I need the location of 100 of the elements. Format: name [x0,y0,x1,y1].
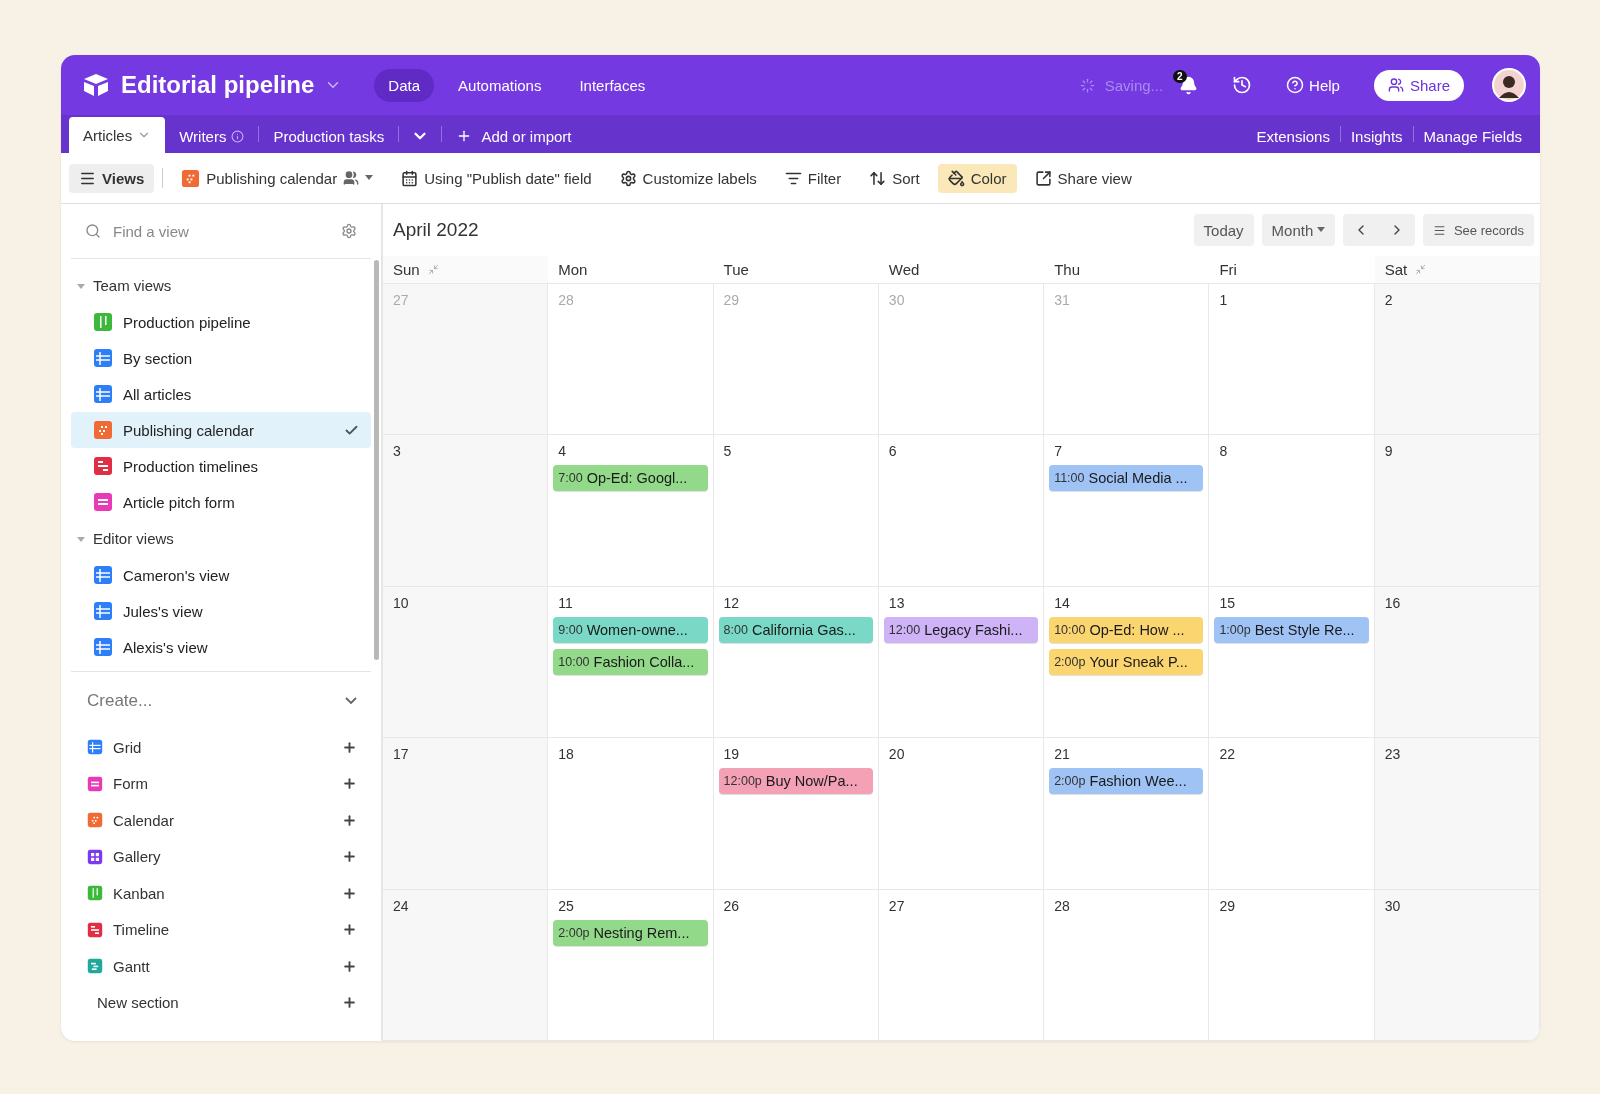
day-number: 20 [887,746,906,763]
toolbar-button[interactable]: Sort [859,163,930,193]
help-icon [1286,76,1305,94]
view-item[interactable]: All articles [71,376,371,412]
grid-view-icon [87,739,103,756]
create-item[interactable]: Timeline [71,911,371,948]
day-number: 22 [1218,746,1236,763]
view-item[interactable]: Alexis's view [71,629,371,665]
day-number: 30 [1383,897,1402,914]
toolbar-button[interactable]: Using "Publish date" field [391,163,602,193]
form-view-icon [87,775,103,792]
create-item[interactable]: Grid [71,729,371,766]
view-item[interactable]: Publishing calendar [71,412,371,448]
day-number: 13 [887,594,906,611]
base-title: Editorial pipeline [121,71,315,99]
caret-icon [1317,227,1326,233]
weekday-label: Wed [888,261,920,278]
kanban-view-icon [87,885,103,902]
view-item[interactable]: Production pipeline [71,304,371,340]
create-item[interactable]: New section [71,984,371,1021]
month-dropdown[interactable]: Month [1261,214,1336,246]
view-item[interactable]: Cameron's view [71,557,371,593]
create-item[interactable]: Form [71,765,371,802]
day-number: 8 [1218,443,1229,460]
gantt-view-icon [87,958,103,975]
day-number: 15 [1218,594,1236,611]
weekday-label: Tue [723,261,749,278]
caret-icon [365,175,374,181]
nav-tab[interactable]: Data [374,68,435,102]
calendar-event[interactable]: 12:00p Buy Now/Pa... [718,768,873,795]
create-item[interactable]: Gallery [71,838,371,875]
create-item[interactable]: Calendar [71,802,371,839]
view-item[interactable]: Production timelines [71,448,371,484]
section-header[interactable]: Editor views [71,520,371,557]
scrollbar[interactable] [374,260,379,660]
table-tab[interactable]: Writers [165,119,259,153]
grid-view-icon [93,384,113,404]
today-button[interactable]: Today [1193,214,1254,246]
nav-tab[interactable]: Automations [444,68,556,102]
toolbar-link[interactable]: Extensions [1246,119,1340,153]
timeline-view-icon [93,456,113,476]
collapse-icon[interactable] [427,264,439,275]
calendar-event[interactable]: 2:00p Your Sneak P... [1049,648,1204,675]
calendar-event[interactable]: 1:00p Best Style Re... [1214,616,1369,643]
calendar-event[interactable]: 2:00p Fashion Wee... [1049,768,1204,795]
table-tab[interactable]: Production tasks [259,119,399,153]
day-number: 4 [557,443,568,460]
share-button[interactable]: Share [1373,69,1464,101]
section-header[interactable]: Team views [71,267,371,304]
plus-icon [342,958,357,974]
day-number: 21 [1053,746,1071,763]
help-button[interactable]: Help [1280,75,1346,95]
calendar-event[interactable]: 2:00p Nesting Rem... [553,919,708,946]
add-or-import-button[interactable]: Add or import [442,119,586,153]
settings-icon[interactable] [341,223,357,239]
plus-icon [342,812,357,828]
nav-tab[interactable]: Interfaces [565,68,660,102]
plus-icon [342,885,357,901]
toolbar-button[interactable]: Views [69,163,155,193]
toolbar-button[interactable]: Share view [1024,163,1142,193]
calendar-event[interactable]: 10:00 Fashion Colla... [553,648,708,675]
info-icon [231,129,245,143]
calendar-event[interactable]: 12:00 Legacy Fashi... [883,616,1039,643]
day-number: 11 [557,594,574,611]
toolbar-button[interactable]: Customize labels [609,163,767,193]
day-number: 30 [887,292,906,308]
toolbar-button[interactable]: Color [937,163,1017,193]
toolbar-link[interactable]: Insights [1340,119,1413,153]
sort-icon [869,169,887,187]
paint-bucket-icon [947,169,965,187]
weekday-label: Mon [558,261,588,278]
view-item[interactable]: By section [71,340,371,376]
calendar-event[interactable]: 7:00 Op-Ed: Googl... [553,465,708,492]
create-item[interactable]: Gantt [71,948,371,985]
day-number: 28 [1053,897,1071,914]
calendar-event[interactable]: 9:00 Women-owne... [553,616,708,643]
toolbar-button[interactable]: Filter [774,163,852,193]
calendar-view-icon [87,812,103,829]
weekday-label: Sat [1384,261,1408,278]
collapse-icon[interactable] [1415,264,1427,275]
form-view-icon [93,492,113,512]
day-number: 17 [392,746,410,763]
notification-count: 2 [1173,69,1187,83]
plus-icon [342,849,357,865]
user-avatar[interactable] [1492,68,1526,102]
view-switcher[interactable]: Publishing calendar [171,162,384,194]
calendar-event[interactable]: 8:00 California Gas... [718,616,873,643]
day-number: 12 [722,594,741,611]
toolbar-link[interactable]: Manage Fields [1413,119,1532,153]
calendar-event[interactable]: 11:00 Social Media ... [1049,465,1204,492]
see-records-button[interactable]: See records [1423,214,1534,246]
weekday-label: Thu [1054,261,1080,278]
share-icon [1034,169,1052,187]
view-item[interactable]: Article pitch form [71,484,371,520]
table-tab[interactable]: Articles [69,117,166,153]
create-menu[interactable]: Create... [71,671,371,729]
view-item[interactable]: Jules's view [71,593,371,629]
create-item[interactable]: Kanban [71,875,371,912]
calendar-event[interactable]: 10:00 Op-Ed: How ... [1049,616,1204,643]
notifications-button[interactable]: 2 [1173,69,1205,101]
